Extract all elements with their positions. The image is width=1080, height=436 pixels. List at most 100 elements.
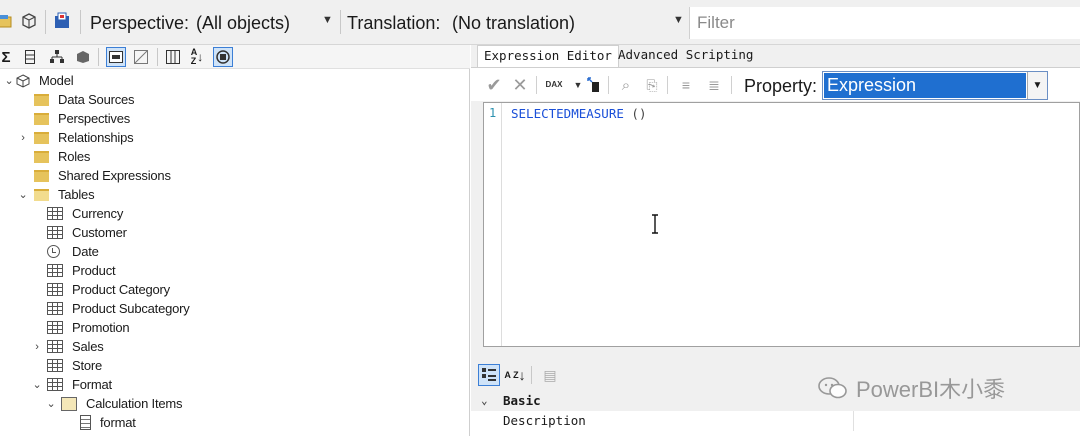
tree-item-perspectives[interactable]: Perspectives	[34, 109, 130, 128]
toolbar-separator	[80, 10, 81, 34]
explorer-toolbar: Σ A Z ↓	[0, 45, 470, 69]
property-select[interactable]: Expression ▼	[822, 71, 1048, 100]
code-editor[interactable]: 1 SELECTEDMEASURE ()	[483, 102, 1080, 347]
tree-item-table[interactable]: Store	[47, 356, 102, 375]
table-icon	[47, 207, 63, 220]
property-label: Property:	[744, 76, 818, 96]
model-cube-icon[interactable]	[20, 11, 38, 31]
open-folder-icon[interactable]	[0, 11, 14, 31]
alphabetical-view-icon[interactable]: A Z ↓	[504, 364, 526, 386]
tree-item-model[interactable]: ⌄ Model	[2, 71, 73, 90]
accept-check-icon[interactable]: ✔	[485, 75, 503, 95]
chevron-right-icon[interactable]: ›	[30, 341, 44, 353]
translation-dropdown-arrow-icon[interactable]: ▼	[673, 14, 684, 26]
text-cursor-icon	[652, 214, 658, 234]
top-toolbar: Perspective: (All objects) ▼ Translation…	[0, 0, 1080, 45]
find-icon[interactable]: ⌕	[617, 75, 635, 95]
chevron-down-icon[interactable]: ⌄	[30, 378, 44, 391]
tree-item-table[interactable]: Promotion	[47, 318, 130, 337]
tree-item-label: Promotion	[72, 320, 130, 335]
columns-view-icon[interactable]	[163, 47, 183, 67]
tab-advanced-scripting[interactable]: Advanced Scripting	[612, 45, 759, 67]
tree-item-label: Data Sources	[58, 92, 135, 107]
table-icon	[47, 302, 63, 315]
tree-item-calculation-items[interactable]: ⌄ Calculation Items	[44, 394, 182, 413]
chevron-down-icon[interactable]: ⌄	[481, 391, 488, 411]
code-parens: ()	[623, 106, 647, 121]
tree-item-label: Format	[72, 377, 112, 392]
perspective-select[interactable]: (All objects)	[196, 12, 290, 34]
tree-item-calculation-item[interactable]: format	[80, 413, 136, 432]
folder-open-icon	[34, 188, 49, 201]
tree-item-table[interactable]: › Sales	[30, 337, 103, 356]
tree-item-table[interactable]: Customer	[47, 223, 127, 242]
tree-item-label: format	[100, 415, 136, 430]
uncomment-icon[interactable]: ≣	[705, 75, 723, 95]
filter-input[interactable]: Filter	[689, 7, 1080, 39]
tree-item-label: Product	[72, 263, 116, 278]
toolbar-separator	[45, 10, 46, 34]
show-measures-icon[interactable]: Σ	[0, 47, 16, 67]
folder-icon	[34, 131, 49, 144]
cancel-x-icon[interactable]: ✕	[511, 75, 529, 95]
tree-item-relationships[interactable]: › Relationships	[16, 128, 133, 147]
tree-item-label: Product Subcategory	[72, 301, 190, 316]
sort-alphabetical-icon[interactable]: A Z ↓	[187, 47, 207, 67]
translation-label: Translation:	[347, 13, 441, 33]
watermark: PowerBI木小黍	[818, 372, 1005, 404]
chevron-down-icon[interactable]: ▼	[1027, 72, 1047, 99]
show-columns-icon[interactable]	[20, 47, 40, 67]
tree-item-label: Tables	[58, 187, 95, 202]
perspective-dropdown-arrow-icon[interactable]: ▼	[322, 14, 333, 26]
wechat-icon	[818, 377, 847, 399]
folder-icon	[34, 150, 49, 163]
tree-item-table[interactable]: Product Subcategory	[47, 299, 190, 318]
show-metadata-info-icon[interactable]	[213, 47, 233, 67]
tree-item-label: Store	[72, 358, 103, 373]
tree-item-label: Relationships	[58, 130, 134, 145]
line-number-gutter: 1	[484, 103, 502, 346]
tree-item-data-sources[interactable]: Data Sources	[34, 90, 135, 109]
chevron-right-icon[interactable]: ›	[16, 132, 30, 144]
table-icon	[47, 340, 63, 353]
show-hierarchies-icon[interactable]	[47, 47, 67, 67]
tree-item-roles[interactable]: Roles	[34, 147, 90, 166]
tree-item-calculation-group[interactable]: ⌄ Format	[30, 375, 112, 394]
property-row-description[interactable]: Description	[471, 411, 1080, 431]
replace-icon[interactable]: ⎘	[643, 75, 661, 95]
display-folders-icon[interactable]	[106, 47, 126, 67]
comment-icon[interactable]: ≡	[677, 75, 695, 95]
categorized-view-icon[interactable]	[478, 364, 500, 386]
tree-item-label: Customer	[72, 225, 127, 240]
tree-item-shared-expressions[interactable]: Shared Expressions	[34, 166, 171, 185]
property-pages-icon[interactable]: ▤	[539, 364, 561, 386]
chevron-down-icon[interactable]: ⌄	[2, 74, 16, 87]
table-icon	[47, 264, 63, 277]
tree-item-label: Perspectives	[58, 111, 131, 126]
show-partitions-icon[interactable]	[73, 47, 93, 67]
editor-tabs: Expression Editor Advanced Scripting	[471, 45, 1080, 67]
calculation-items-icon	[61, 396, 77, 411]
model-icon	[16, 73, 30, 88]
tree-item-table[interactable]: Product	[47, 261, 116, 280]
filter-placeholder: Filter	[697, 13, 735, 32]
chevron-down-icon[interactable]: ⌄	[44, 397, 58, 410]
tree-item-table[interactable]: Date	[47, 242, 99, 261]
calculation-item-icon	[80, 415, 91, 430]
tree-item-label: Date	[72, 244, 99, 259]
deploy-icon[interactable]	[53, 11, 71, 31]
tree-item-table[interactable]: Product Category	[47, 280, 170, 299]
tree-item-table[interactable]: Currency	[47, 204, 123, 223]
translation-select[interactable]: (No translation)	[452, 12, 575, 34]
property-name: Description	[503, 413, 586, 428]
dax-formatter-icon[interactable]: DAX	[543, 75, 565, 95]
tree-item-tables[interactable]: ⌄ Tables	[16, 185, 94, 204]
tab-expression-editor[interactable]: Expression Editor	[477, 45, 619, 67]
show-hidden-icon[interactable]	[131, 47, 151, 67]
dependencies-icon[interactable]	[584, 75, 602, 95]
date-table-icon	[47, 244, 63, 259]
tree-item-label: Shared Expressions	[58, 168, 171, 183]
chevron-down-icon[interactable]: ⌄	[16, 188, 30, 201]
tree-item-label: Product Category	[72, 282, 170, 297]
property-select-value: Expression	[824, 73, 1026, 98]
